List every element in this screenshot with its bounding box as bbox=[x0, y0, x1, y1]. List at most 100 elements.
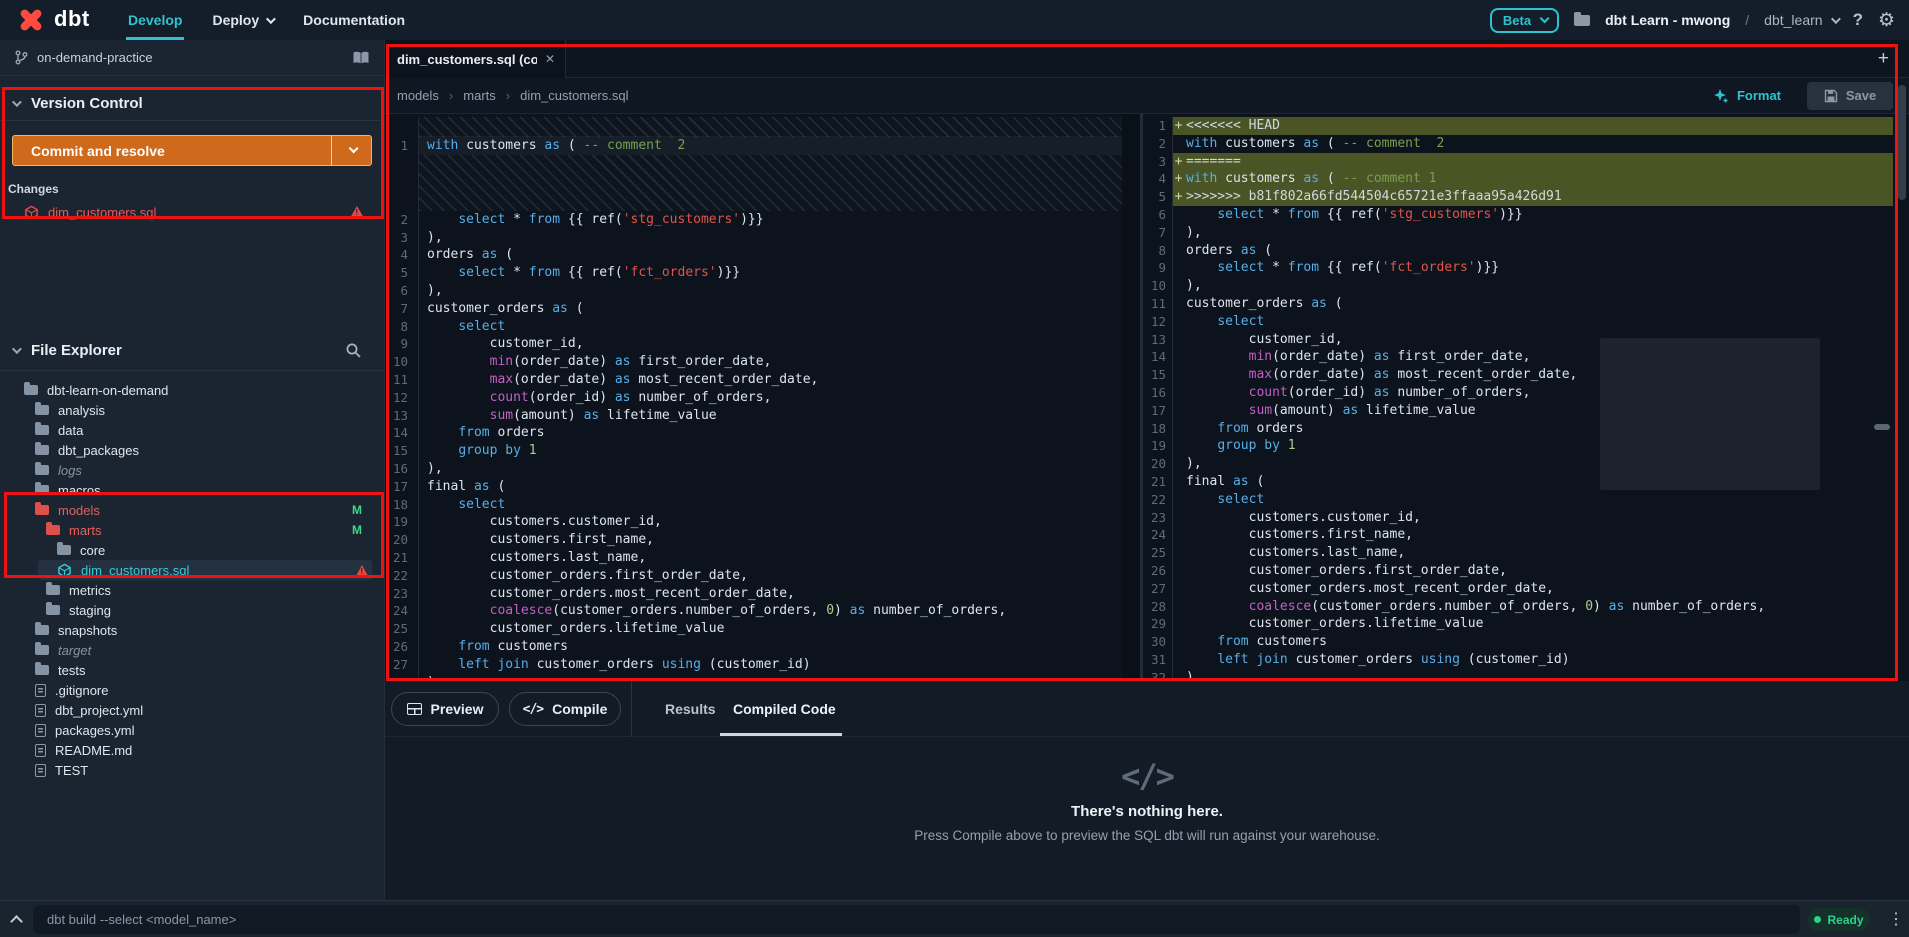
code-line[interactable]: 8 orders as ( bbox=[1143, 241, 1893, 260]
tree-item-data[interactable]: data bbox=[0, 420, 384, 440]
code-line[interactable]: 12 select bbox=[1143, 312, 1893, 331]
code-line[interactable]: 27 left join customer_orders using (cust… bbox=[385, 655, 1122, 674]
environment-dropdown[interactable]: dbt_learn bbox=[1764, 12, 1841, 28]
version-control-header[interactable]: Version Control 1 bbox=[0, 88, 384, 161]
breadcrumb-item[interactable]: marts bbox=[463, 88, 496, 103]
command-input[interactable] bbox=[33, 905, 1800, 934]
code-line[interactable]: 7), bbox=[1143, 223, 1893, 242]
code-line[interactable]: 17 final as ( bbox=[385, 477, 1122, 496]
tree-item-metrics[interactable]: metrics bbox=[0, 580, 384, 600]
dbt-logo-icon[interactable] bbox=[18, 7, 44, 33]
code-line[interactable]: 10), bbox=[1143, 277, 1893, 295]
code-line[interactable]: 25 customers.last_name, bbox=[1143, 544, 1893, 562]
tree-item-analysis[interactable]: analysis bbox=[0, 400, 384, 420]
code-line[interactable]: 8 select bbox=[385, 317, 1122, 336]
kebab-menu-icon[interactable]: ⋮ bbox=[1888, 909, 1904, 929]
changed-file-row[interactable]: dim_customers.sql bbox=[0, 200, 384, 224]
code-line[interactable]: 4 orders as ( bbox=[385, 246, 1122, 265]
code-line[interactable]: 21 customers.last_name, bbox=[385, 548, 1122, 567]
code-line[interactable]: 20 customers.first_name, bbox=[385, 531, 1122, 549]
code-line[interactable]: 24 coalesce(customer_orders.number_of_or… bbox=[385, 602, 1122, 621]
left-pane-scrollbar[interactable] bbox=[1122, 114, 1140, 681]
code-line[interactable]: 6 select * from {{ ref('stg_customers')}… bbox=[1143, 205, 1893, 224]
nav-develop[interactable]: Develop bbox=[125, 0, 185, 40]
tree-item-readme-md[interactable]: README.md bbox=[0, 740, 384, 760]
search-icon[interactable] bbox=[345, 342, 362, 359]
chevron-up-icon[interactable] bbox=[10, 915, 23, 928]
tree-item-core[interactable]: core bbox=[0, 540, 384, 560]
tree-item-test[interactable]: TEST bbox=[0, 760, 384, 780]
code-line[interactable]: 9 select * from {{ ref('fct_orders')}} bbox=[1143, 259, 1893, 278]
commit-and-resolve-button[interactable]: Commit and resolve bbox=[12, 135, 372, 166]
diff-scrollbar-handle[interactable] bbox=[1874, 424, 1890, 430]
code-line[interactable]: 15 group by 1 bbox=[385, 442, 1122, 460]
tab-dim-customers[interactable]: dim_customers.sql (confli... ✕ bbox=[385, 40, 566, 78]
tree-item-packages-yml[interactable]: packages.yml bbox=[0, 720, 384, 740]
code-line[interactable]: 26 customer_orders.first_order_date, bbox=[1143, 561, 1893, 580]
tree-item--gitignore[interactable]: .gitignore bbox=[0, 680, 384, 700]
code-line[interactable]: 2 select * from {{ ref('stg_customers')}… bbox=[385, 210, 1122, 229]
code-line[interactable]: 12 count(order_id) as number_of_orders, bbox=[385, 388, 1122, 407]
branch-row[interactable]: on-demand-practice bbox=[0, 40, 384, 76]
tree-item-dbt-packages[interactable]: dbt_packages bbox=[0, 440, 384, 460]
new-tab-button[interactable]: + bbox=[1878, 48, 1889, 70]
save-button[interactable]: Save bbox=[1807, 81, 1893, 110]
code-line[interactable]: 27 customer_orders.most_recent_order_dat… bbox=[1143, 579, 1893, 598]
code-line[interactable]: 22 select bbox=[1143, 490, 1893, 509]
code-line[interactable]: 23 customers.customer_id, bbox=[1143, 508, 1893, 527]
code-line[interactable]: 3 + ======= bbox=[1143, 152, 1893, 171]
breadcrumb-item[interactable]: dim_customers.sql bbox=[520, 88, 628, 103]
code-line[interactable]: 28 coalesce(customer_orders.number_of_or… bbox=[1143, 597, 1893, 616]
file-explorer-header[interactable]: File Explorer bbox=[0, 336, 384, 364]
nav-documentation[interactable]: Documentation bbox=[303, 0, 405, 40]
format-button[interactable]: Format bbox=[1713, 88, 1781, 104]
code-line[interactable]: 14 from orders bbox=[385, 424, 1122, 443]
docs-book-icon[interactable] bbox=[352, 51, 370, 65]
nav-deploy[interactable]: Deploy bbox=[212, 0, 277, 40]
tree-item-dim-customers-sql[interactable]: dim_customers.sql bbox=[0, 560, 384, 580]
code-line[interactable]: 4 + with customers as ( -- comment 1 bbox=[1143, 170, 1893, 189]
code-line[interactable]: 5 + >>>>>>> b81f802a66fd544504c65721e3ffaa… bbox=[1143, 188, 1893, 206]
code-line[interactable]: 2 with customers as ( -- comment 2 bbox=[1143, 134, 1893, 153]
code-line[interactable]: 23 customer_orders.most_recent_order_dat… bbox=[385, 584, 1122, 603]
beta-dropdown[interactable]: Beta bbox=[1489, 7, 1560, 33]
editor-pane-working[interactable]: 1 with customers as ( -- comment 2 2 selec… bbox=[385, 114, 1122, 681]
code-line[interactable]: 1 + <<<<<<< HEAD bbox=[1143, 117, 1893, 135]
code-line[interactable]: 29 customer_orders.lifetime_value bbox=[1143, 615, 1893, 634]
tree-item-logs[interactable]: logs bbox=[0, 460, 384, 480]
settings-gear-icon[interactable]: ⚙ bbox=[1878, 11, 1895, 30]
code-line[interactable]: 9 customer_id, bbox=[385, 335, 1122, 354]
code-line[interactable]: 13 sum(amount) as lifetime_value bbox=[385, 406, 1122, 425]
close-tab-icon[interactable]: ✕ bbox=[545, 52, 555, 66]
tree-item-macros[interactable]: macros bbox=[0, 480, 384, 500]
code-line[interactable]: 7 customer_orders as ( bbox=[385, 299, 1122, 318]
commit-options-dropdown[interactable] bbox=[331, 136, 371, 165]
tab-results[interactable]: Results bbox=[665, 681, 716, 737]
code-line[interactable]: 10 min(order_date) as first_order_date, bbox=[385, 353, 1122, 371]
tree-item-tests[interactable]: tests bbox=[0, 660, 384, 680]
code-line[interactable]: 3), bbox=[385, 228, 1122, 247]
tab-compiled-code[interactable]: Compiled Code bbox=[733, 681, 836, 737]
code-line[interactable]: 24 customers.first_name, bbox=[1143, 526, 1893, 545]
compile-button[interactable]: </> Compile bbox=[509, 692, 621, 726]
code-line[interactable]: 11 customer_orders as ( bbox=[1143, 294, 1893, 313]
code-line[interactable]: 5 select * from {{ ref('fct_orders')}} bbox=[385, 264, 1122, 282]
tree-item-marts[interactable]: marts M bbox=[0, 520, 384, 540]
tree-item-dbt-learn-on-demand[interactable]: dbt-learn-on-demand bbox=[0, 380, 384, 400]
help-icon[interactable]: ? bbox=[1853, 10, 1863, 30]
breadcrumb-item[interactable]: models bbox=[397, 88, 439, 103]
preview-button[interactable]: Preview bbox=[391, 692, 499, 726]
code-line[interactable]: 31 left join customer_orders using (cust… bbox=[1143, 650, 1893, 669]
code-line[interactable]: 19 customers.customer_id, bbox=[385, 513, 1122, 532]
tree-item-target[interactable]: target bbox=[0, 640, 384, 660]
code-line[interactable]: 30 from customers bbox=[1143, 633, 1893, 651]
tree-item-dbt-project-yml[interactable]: dbt_project.yml bbox=[0, 700, 384, 720]
code-line[interactable]: 11 max(order_date) as most_recent_order_… bbox=[385, 370, 1122, 389]
editor-scrollbar-thumb[interactable] bbox=[1898, 85, 1906, 200]
code-line[interactable]: 22 customer_orders.first_order_date, bbox=[385, 566, 1122, 585]
code-line[interactable]: 6), bbox=[385, 281, 1122, 300]
code-line[interactable]: 18 select bbox=[385, 495, 1122, 514]
tree-item-snapshots[interactable]: snapshots bbox=[0, 620, 384, 640]
code-line[interactable]: 25 customer_orders.lifetime_value bbox=[385, 620, 1122, 638]
code-line[interactable]: 26 from customers bbox=[385, 637, 1122, 656]
